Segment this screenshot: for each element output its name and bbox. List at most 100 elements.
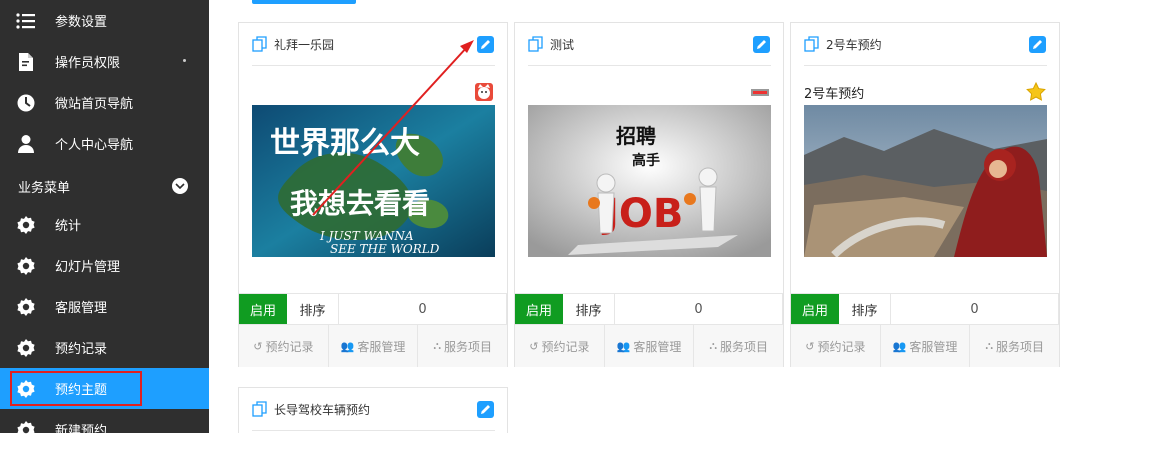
action-label: 预约记录	[541, 339, 590, 354]
image-caption-en2: SEE THE WORLD	[330, 242, 440, 256]
action-label: 预约记录	[817, 339, 866, 354]
star-icon	[1026, 81, 1046, 102]
copy-icon[interactable]	[252, 401, 268, 417]
card-title: 2号车预约	[826, 37, 882, 52]
sidebar-item-personal-center-nav[interactable]: 个人中心导航	[0, 123, 209, 164]
sidebar-item-label: 操作员权限	[55, 56, 121, 71]
history-icon: ↺	[253, 339, 263, 353]
sort-input[interactable]: 0	[615, 294, 783, 325]
topic-card: 2号车预约 2号车预约 启用 排序 0 ↺ 预约记录 👥 客服管理 ⛬ 服务项目	[790, 22, 1060, 367]
card-controls: 启用 排序 0	[239, 293, 507, 325]
action-label: 客服管理	[633, 339, 682, 354]
card-title: 长导驾校车辆预约	[274, 402, 371, 417]
service-items-link[interactable]: ⛬ 服务项目	[970, 325, 1059, 367]
sidebar-item-label: 统计	[55, 219, 82, 234]
document-edit-icon	[16, 52, 36, 72]
user-icon	[16, 134, 36, 154]
image-caption-cn1: 世界那么大	[270, 126, 420, 161]
booking-records-link[interactable]: ↺ 预约记录	[791, 325, 881, 367]
sidebar-item-label: 个人中心导航	[55, 138, 134, 153]
action-label: 服务项目	[444, 339, 493, 354]
sort-label: 排序	[287, 294, 339, 325]
sort-label: 排序	[563, 294, 615, 325]
small-tag-icon	[750, 82, 770, 102]
sidebar-item-slideshow[interactable]: 幻灯片管理	[0, 245, 209, 286]
copy-icon[interactable]	[528, 36, 544, 52]
card-actions: ↺ 预约记录 👥 客服管理 ⛬ 服务项目	[239, 324, 507, 367]
sidebar-item-label: 预约记录	[55, 342, 108, 357]
history-icon: ↺	[529, 339, 539, 353]
users-icon: 👥	[616, 339, 631, 353]
enable-toggle[interactable]: 启用	[791, 294, 839, 325]
sitemap-icon: ⛬	[433, 339, 442, 352]
action-label: 客服管理	[357, 339, 406, 354]
service-items-link[interactable]: ⛬ 服务项目	[694, 325, 783, 367]
image-caption-en1: I JUST WANNA	[319, 229, 414, 243]
sort-label: 排序	[839, 294, 891, 325]
top-action-button[interactable]	[252, 0, 356, 4]
sitemap-icon: ⛬	[985, 339, 994, 352]
sidebar-item-new-booking[interactable]: 新建预约	[0, 409, 209, 450]
customer-service-link[interactable]: 👥 客服管理	[329, 325, 419, 367]
chevron-down-icon[interactable]	[172, 178, 188, 194]
card-controls: 启用 排序 0	[515, 293, 783, 325]
card-actions: ↺ 预约记录 👥 客服管理 ⛬ 服务项目	[791, 324, 1059, 367]
sidebar-item-customer-service[interactable]: 客服管理	[0, 286, 209, 327]
edit-icon[interactable]	[753, 36, 770, 53]
gear-icon	[16, 297, 36, 317]
sidebar-item-label: 幻灯片管理	[55, 260, 121, 275]
section-label: 业务菜单	[18, 180, 71, 196]
sidebar-item-params[interactable]: 参数设置	[0, 0, 209, 41]
clock-icon	[16, 93, 36, 113]
topic-card: 测试 招聘 高手 JOB 启用 排序 0 ↺ 预约记录 👥 客服管理 ⛬ 服务项…	[514, 22, 784, 367]
card-header: 2号车预约	[804, 23, 1047, 66]
card-header: 礼拜一乐园	[252, 23, 495, 66]
card-actions: ↺ 预约记录 👥 客服管理 ⛬ 服务项目	[515, 324, 783, 367]
sort-input[interactable]: 0	[891, 294, 1059, 325]
users-icon: 👥	[892, 339, 907, 353]
topic-card: 礼拜一乐园 世界那么大 我想去看看 I JUST WANNA SEE THE W…	[238, 22, 508, 367]
gear-icon	[16, 420, 36, 440]
copy-icon[interactable]	[804, 36, 820, 52]
image-caption-cn2: 高手	[632, 152, 660, 169]
users-icon: 👥	[340, 339, 355, 353]
annotation-highlight-box	[10, 371, 142, 406]
edit-icon[interactable]	[477, 401, 494, 418]
gear-icon	[16, 256, 36, 276]
enable-toggle[interactable]: 启用	[239, 294, 287, 325]
copy-icon[interactable]	[252, 36, 268, 52]
sidebar-item-booking-records[interactable]: 预约记录	[0, 327, 209, 368]
sidebar-item-label: 新建预约	[55, 424, 108, 439]
card-title: 礼拜一乐园	[274, 37, 335, 52]
sidebar-item-operator-permissions[interactable]: 操作员权限	[0, 41, 209, 82]
list-icon	[16, 11, 36, 31]
action-label: 服务项目	[720, 339, 769, 354]
action-label: 客服管理	[909, 339, 958, 354]
edit-icon[interactable]	[1029, 36, 1046, 53]
business-menu-header[interactable]: 业务菜单	[0, 172, 209, 200]
sidebar-item-statistics[interactable]: 统计	[0, 204, 209, 245]
topic-image[interactable]: 世界那么大 我想去看看 I JUST WANNA SEE THE WORLD	[252, 105, 495, 257]
enable-toggle[interactable]: 启用	[515, 294, 563, 325]
customer-service-link[interactable]: 👥 客服管理	[605, 325, 695, 367]
sort-input[interactable]: 0	[339, 294, 507, 325]
history-icon: ↺	[805, 339, 815, 353]
topic-image[interactable]	[804, 105, 1047, 257]
topic-image[interactable]: 招聘 高手 JOB	[528, 105, 771, 257]
sidebar-item-label: 客服管理	[55, 301, 108, 316]
action-label: 预约记录	[265, 339, 314, 354]
sidebar-item-micro-home-nav[interactable]: 微站首页导航	[0, 82, 209, 123]
customer-service-link[interactable]: 👥 客服管理	[881, 325, 971, 367]
booking-records-link[interactable]: ↺ 预约记录	[239, 325, 329, 367]
card-header: 测试	[528, 23, 771, 66]
booking-records-link[interactable]: ↺ 预约记录	[515, 325, 605, 367]
card-topic-name: 2号车预约	[804, 87, 865, 102]
topic-card: 长导驾校车辆预约	[238, 387, 508, 433]
sitemap-icon: ⛬	[709, 339, 718, 352]
image-caption-cn2: 我想去看看	[290, 187, 430, 220]
sidebar-item-label: 微站首页导航	[55, 97, 134, 112]
action-label: 服务项目	[996, 339, 1045, 354]
edit-icon[interactable]	[477, 36, 494, 53]
service-items-link[interactable]: ⛬ 服务项目	[418, 325, 507, 367]
gear-icon	[16, 338, 36, 358]
